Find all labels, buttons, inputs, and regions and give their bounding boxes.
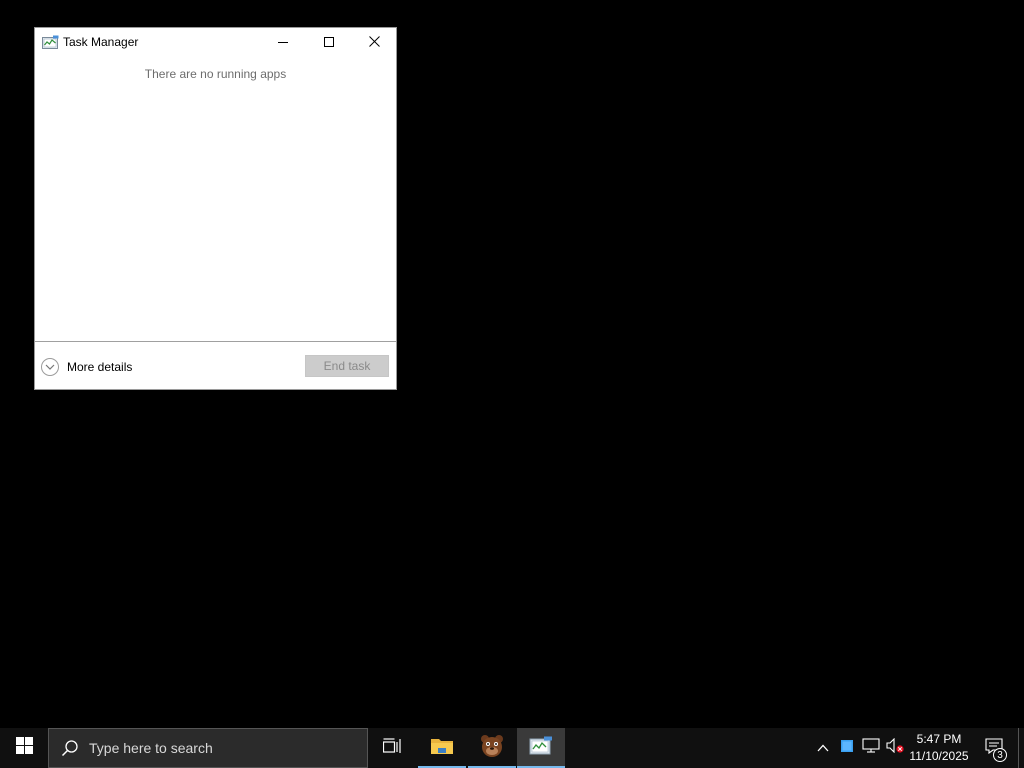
clock-date: 11/10/2025 <box>909 749 969 763</box>
more-details-button[interactable]: More details <box>41 356 132 378</box>
show-desktop-button[interactable] <box>1018 728 1019 768</box>
minimize-icon <box>278 34 288 52</box>
search-placeholder: Type here to search <box>89 740 213 756</box>
bear-app-icon <box>479 733 505 764</box>
file-explorer-button[interactable] <box>418 728 466 768</box>
task-view-icon <box>382 737 401 759</box>
chevron-down-icon <box>41 358 59 376</box>
clock[interactable]: 5:47 PM 11/10/2025 <box>904 728 974 768</box>
footer-divider <box>35 341 396 342</box>
title-bar[interactable]: Task Manager <box>35 28 396 58</box>
empty-apps-message: There are no running apps <box>144 67 287 81</box>
task-view-button[interactable] <box>368 728 416 768</box>
task-manager-icon <box>529 736 553 761</box>
task-manager-icon <box>42 35 59 50</box>
task-manager-window[interactable]: Task Manager There are no running apps M… <box>34 27 397 390</box>
task-manager-taskbar-button[interactable] <box>517 728 565 768</box>
network-button[interactable] <box>860 728 882 768</box>
blue-square-app-icon <box>841 739 853 757</box>
chevron-up-icon <box>817 739 829 757</box>
window-title: Task Manager <box>63 35 139 49</box>
close-icon <box>368 34 380 52</box>
volume-muted-icon <box>886 737 904 758</box>
more-details-label: More details <box>67 360 133 374</box>
end-task-button[interactable]: End task <box>305 355 389 377</box>
game-app-button[interactable] <box>468 728 516 768</box>
maximize-button[interactable] <box>306 28 352 58</box>
action-center-button[interactable]: 3 <box>978 728 1010 768</box>
clock-time: 5:47 PM <box>916 732 962 746</box>
notification-count-badge: 3 <box>993 748 1007 762</box>
maximize-icon <box>324 34 334 52</box>
tray-app-button[interactable] <box>837 728 857 768</box>
minimize-button[interactable] <box>260 28 306 58</box>
show-hidden-icons-button[interactable] <box>813 728 833 768</box>
close-button[interactable] <box>351 28 397 58</box>
network-icon <box>862 738 880 758</box>
search-icon <box>60 738 80 758</box>
start-button[interactable] <box>0 728 48 768</box>
folder-icon <box>430 736 454 761</box>
windows-logo-icon <box>15 737 33 759</box>
search-box[interactable]: Type here to search <box>48 728 368 768</box>
volume-button[interactable] <box>884 728 906 768</box>
taskbar: Type here to search 5:47 PM 11/10/2025 3 <box>0 728 1024 768</box>
